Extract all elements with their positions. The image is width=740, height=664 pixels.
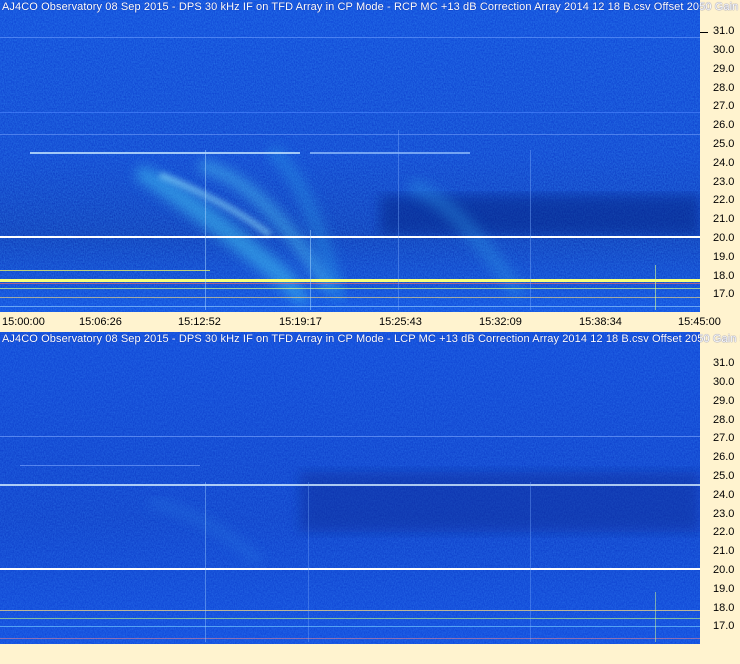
y-label: 19.0	[713, 251, 735, 263]
y-label: 18.0	[713, 270, 735, 282]
y-label: 31.0	[713, 25, 735, 37]
y-label: 27.0	[713, 432, 735, 444]
x-label: 15:06:26	[79, 316, 122, 328]
spectrogram-panel-rcp: AJ4CO Observatory 08 Sep 2015 - DPS 30 k…	[0, 0, 740, 332]
spectrogram-panel-lcp: AJ4CO Observatory 08 Sep 2015 - DPS 30 k…	[0, 332, 740, 664]
y-label: 22.0	[713, 194, 735, 206]
y-label: 31.0	[713, 357, 735, 369]
panel-title-rcp: AJ4CO Observatory 08 Sep 2015 - DPS 30 k…	[2, 1, 740, 13]
y-label: 20.0	[713, 564, 735, 576]
y-label: 28.0	[713, 82, 735, 94]
y-label: 17.0	[713, 620, 735, 632]
y-label: 23.0	[713, 176, 735, 188]
y-label: 25.0	[713, 470, 735, 482]
y-label: 30.0	[713, 44, 735, 56]
y-label: 20.0	[713, 232, 735, 244]
x-label: 15:45:00	[678, 316, 721, 328]
x-label: 15:25:43	[379, 316, 422, 328]
y-label: 26.0	[713, 119, 735, 131]
x-label: 15:32:09	[479, 316, 522, 328]
x-label: 15:38:34	[579, 316, 622, 328]
y-label: 26.0	[713, 451, 735, 463]
y-label: 25.0	[713, 138, 735, 150]
y-tick	[700, 32, 708, 33]
y-label: 18.0	[713, 602, 735, 614]
spectrogram-image-rcp	[0, 0, 700, 312]
y-label: 19.0	[713, 583, 735, 595]
y-label: 29.0	[713, 395, 735, 407]
panel-title-lcp: AJ4CO Observatory 08 Sep 2015 - DPS 30 k…	[2, 333, 740, 345]
y-label: 29.0	[713, 63, 735, 75]
spectrogram-image-lcp	[0, 332, 700, 644]
y-label: 24.0	[713, 489, 735, 501]
y-label: 24.0	[713, 157, 735, 169]
x-label: 15:19:17	[279, 316, 322, 328]
y-label: 22.0	[713, 526, 735, 538]
y-label: 23.0	[713, 508, 735, 520]
x-label: 15:12:52	[178, 316, 221, 328]
y-label: 30.0	[713, 376, 735, 388]
y-label: 21.0	[713, 545, 735, 557]
time-axis-rcp: 15:00:00 15:06:26 15:12:52 15:19:17 15:2…	[0, 312, 740, 332]
y-label: 28.0	[713, 414, 735, 426]
time-axis-lcp-strip	[0, 644, 740, 664]
y-label: 21.0	[713, 213, 735, 225]
x-label: 15:00:00	[2, 316, 45, 328]
y-label: 17.0	[713, 288, 735, 300]
y-label: 27.0	[713, 100, 735, 112]
